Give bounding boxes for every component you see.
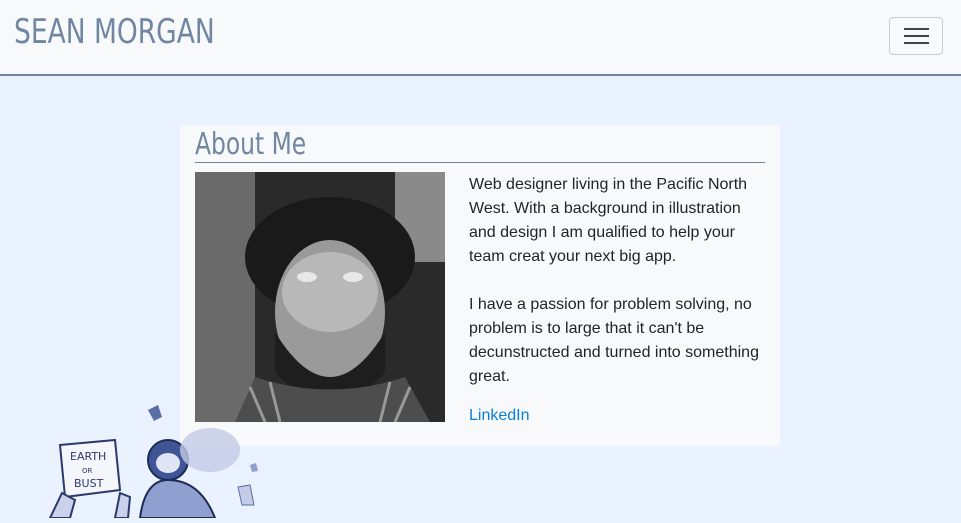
hamburger-menu-icon-line [904, 42, 929, 44]
navbar: SEAN MORGAN [0, 0, 961, 76]
bio-paragraph-1: Web designer living in the Pacific North… [469, 176, 748, 265]
bio-paragraph-2: I have a passion for problem solving, no… [469, 296, 759, 385]
sign-text-or: OR [82, 467, 93, 475]
hamburger-menu-button[interactable] [889, 17, 943, 55]
title-divider [195, 162, 765, 163]
hamburger-menu-icon-line [904, 35, 929, 37]
about-card: About Me Web designer living in the Paci… [180, 125, 780, 446]
about-title: About Me [195, 127, 307, 162]
linkedin-link[interactable]: LinkedIn [469, 405, 530, 427]
profile-photo [195, 172, 445, 422]
bio-text: Web designer living in the Pacific North… [469, 173, 769, 413]
hamburger-menu-icon [904, 28, 929, 30]
sign-text-bust: BUST [74, 477, 104, 490]
astronaut-illustration: EARTH OR BUST [40, 405, 280, 519]
sign-text-earth: EARTH [70, 450, 106, 463]
brand-logo[interactable]: SEAN MORGAN [14, 12, 215, 52]
